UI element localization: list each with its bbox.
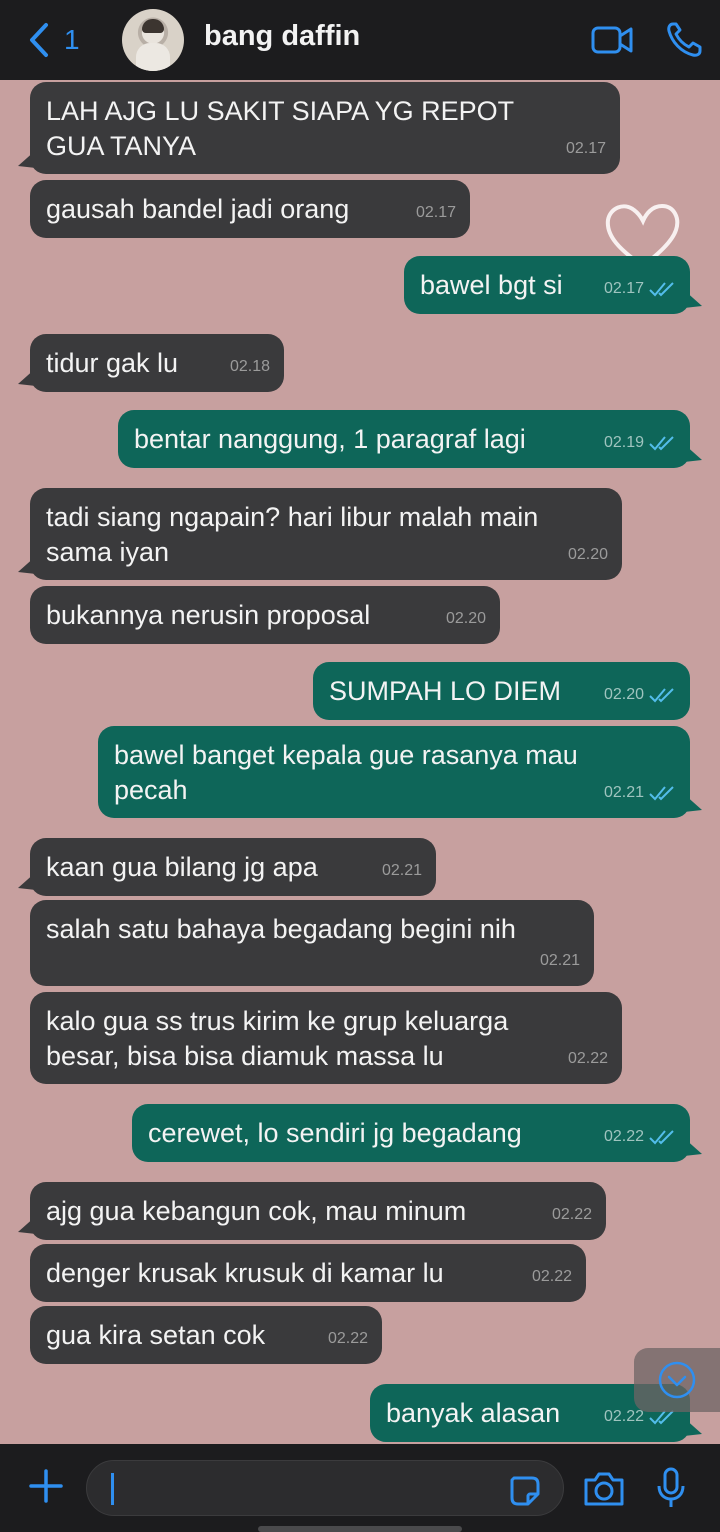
- message-time: 02.20: [567, 546, 608, 563]
- read-ticks-icon: [649, 785, 674, 800]
- unread-count: 1: [64, 24, 80, 55]
- message-input[interactable]: [86, 1460, 564, 1516]
- message-bubble[interactable]: ajg gua kebangun cok, mau minum 02.22: [18, 1182, 606, 1240]
- message-bubble[interactable]: kaan gua bilang jg apa 02.21: [18, 838, 436, 896]
- microphone-icon[interactable]: [656, 1466, 686, 1510]
- avatar[interactable]: [122, 9, 184, 71]
- message-list[interactable]: LAH AJG LU SAKIT SIAPA YG REPOT GUA TANY…: [0, 80, 720, 1444]
- read-ticks-icon: [649, 281, 674, 296]
- message-time: 02.17: [603, 280, 644, 297]
- message-text: bentar nanggung, 1 paragraf lagi: [134, 424, 526, 454]
- message-bubble[interactable]: LAH AJG LU SAKIT SIAPA YG REPOT GUA TANY…: [18, 82, 620, 174]
- message-time: 02.17: [415, 204, 456, 221]
- video-call-button[interactable]: [590, 20, 634, 60]
- message-time: 02.19: [603, 434, 644, 451]
- message-time: 02.20: [445, 610, 486, 627]
- message-text: bukannya nerusin proposal: [46, 600, 371, 630]
- text-caret: [111, 1473, 114, 1505]
- message-bubble[interactable]: bukannya nerusin proposal 02.20: [30, 586, 500, 644]
- message-text: bawel banget kepala gue rasanya mau peca…: [114, 740, 578, 805]
- message-time: 02.20: [603, 686, 644, 703]
- read-ticks-icon: [649, 1129, 674, 1144]
- phone-icon: [667, 22, 702, 57]
- message-bubble[interactable]: SUMPAH LO DIEM 02.20: [313, 662, 690, 720]
- message-time: 02.21: [603, 784, 644, 801]
- message-text: LAH AJG LU SAKIT SIAPA YG REPOT GUA TANY…: [46, 96, 515, 161]
- message-text: tadi siang ngapain? hari libur malah mai…: [46, 502, 539, 567]
- message-bubble[interactable]: kalo gua ss trus kirim ke grup keluarga …: [30, 992, 622, 1084]
- message-text: gua kira setan cok: [46, 1320, 266, 1350]
- contact-name[interactable]: bang daffin: [204, 20, 360, 53]
- message-bubble[interactable]: salah satu bahaya begadang begini nih 02…: [30, 900, 594, 986]
- message-bubble[interactable]: bawel banget kepala gue rasanya mau peca…: [98, 726, 702, 818]
- message-bubble[interactable]: tidur gak lu 02.18: [18, 334, 284, 392]
- message-time: 02.22: [551, 1206, 592, 1223]
- composer-bar: [0, 1444, 720, 1532]
- voice-call-button[interactable]: [662, 20, 706, 60]
- camera-icon[interactable]: [582, 1470, 626, 1508]
- plus-icon[interactable]: [26, 1466, 66, 1506]
- message-bubble[interactable]: bawel bgt si 02.17: [404, 256, 702, 314]
- read-ticks-icon: [649, 435, 674, 450]
- message-text: cerewet, lo sendiri jg begadang: [148, 1118, 522, 1148]
- message-time: 02.22: [603, 1128, 644, 1145]
- message-time: 02.22: [567, 1050, 608, 1067]
- home-indicator: [258, 1526, 462, 1532]
- message-text: gausah bandel jadi orang: [46, 194, 350, 224]
- video-call-icon: [591, 26, 633, 54]
- message-text: ajg gua kebangun cok, mau minum: [46, 1196, 467, 1226]
- message-bubble[interactable]: gua kira setan cok 02.22: [30, 1306, 382, 1364]
- chat-header: 1 bang daffin: [0, 0, 720, 80]
- message-time: 02.22: [531, 1268, 572, 1285]
- message-text: kalo gua ss trus kirim ke grup keluarga …: [46, 1006, 509, 1071]
- message-time: 02.21: [381, 862, 422, 879]
- message-text: salah satu bahaya begadang begini nih: [46, 914, 516, 944]
- message-text: denger krusak krusuk di kamar lu: [46, 1258, 444, 1288]
- message-bubble[interactable]: gausah bandel jadi orang 02.17: [30, 180, 470, 238]
- message-time: 02.21: [539, 952, 580, 969]
- scroll-to-bottom-button[interactable]: [634, 1348, 720, 1412]
- message-bubble[interactable]: bentar nanggung, 1 paragraf lagi 02.19: [118, 410, 702, 468]
- back-chevron-icon: [30, 23, 48, 57]
- message-time: 02.22: [327, 1330, 368, 1347]
- read-ticks-icon: [649, 687, 674, 702]
- message-bubble[interactable]: cerewet, lo sendiri jg begadang 02.22: [132, 1104, 702, 1162]
- back-button[interactable]: 1: [28, 20, 80, 60]
- message-time: 02.18: [229, 358, 270, 375]
- message-text: kaan gua bilang jg apa: [46, 852, 318, 882]
- scroll-down-icon: [658, 1361, 696, 1399]
- message-bubble[interactable]: denger krusak krusuk di kamar lu 02.22: [30, 1244, 586, 1302]
- sticker-icon[interactable]: [508, 1474, 542, 1508]
- message-bubble[interactable]: tadi siang ngapain? hari libur malah mai…: [18, 488, 622, 580]
- message-time: 02.17: [565, 140, 606, 157]
